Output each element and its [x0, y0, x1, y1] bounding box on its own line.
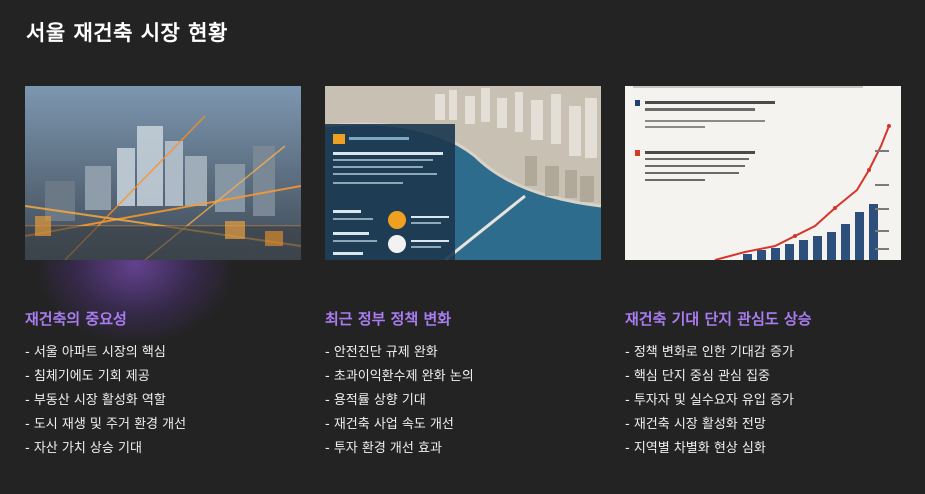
list-item: - 핵심 단지 중심 관심 집중 — [625, 369, 770, 384]
growth-chart-image — [625, 86, 901, 260]
page-title: 서울 재건축 시장 현황 — [26, 21, 228, 45]
column-policy: 최근 정부 정책 변화 - 안전진단 규제 완화 - 초과이익환수제 완화 논의… — [325, 86, 601, 461]
list-item: - 정책 변화로 인한 기대감 증가 — [625, 345, 794, 360]
list-item: - 재건축 사업 속도 개선 — [325, 417, 454, 432]
bullet-list: - 서울 아파트 시장의 핵심 - 침체기에도 기회 제공 - 부동산 시장 활… — [25, 341, 301, 461]
list-item: - 투자 환경 개선 효과 — [325, 441, 442, 456]
column-interest: 재건축 기대 단지 관심도 상승 - 정책 변화로 인한 기대감 증가 - 핵심… — [625, 86, 901, 461]
riverside-infographic-image — [325, 86, 601, 260]
section-title: 재건축의 중요성 — [25, 310, 127, 328]
list-item: - 지역별 차별화 현상 심화 — [625, 441, 766, 456]
section-title: 최근 정부 정책 변화 — [325, 310, 452, 328]
list-item: - 투자자 및 실수요자 유입 증가 — [625, 393, 794, 408]
list-item: - 서울 아파트 시장의 핵심 — [25, 345, 166, 360]
list-item: - 용적률 상향 기대 — [325, 393, 426, 408]
list-item: - 도시 재생 및 주거 환경 개선 — [25, 417, 187, 432]
list-item: - 재건축 시장 활성화 전망 — [625, 417, 766, 432]
list-item: - 부동산 시장 활성화 역할 — [25, 393, 166, 408]
list-item: - 자산 가치 상승 기대 — [25, 441, 142, 456]
column-importance: 재건축의 중요성 - 서울 아파트 시장의 핵심 - 침체기에도 기회 제공 -… — [25, 86, 301, 461]
list-item: - 침체기에도 기회 제공 — [25, 369, 150, 384]
list-item: - 안전진단 규제 완화 — [325, 345, 438, 360]
city-model-image — [25, 86, 301, 260]
bullet-list: - 안전진단 규제 완화 - 초과이익환수제 완화 논의 - 용적률 상향 기대… — [325, 341, 601, 461]
bullet-list: - 정책 변화로 인한 기대감 증가 - 핵심 단지 중심 관심 집중 - 투자… — [625, 341, 901, 461]
list-item: - 초과이익환수제 완화 논의 — [325, 369, 474, 384]
section-title: 재건축 기대 단지 관심도 상승 — [625, 310, 812, 328]
